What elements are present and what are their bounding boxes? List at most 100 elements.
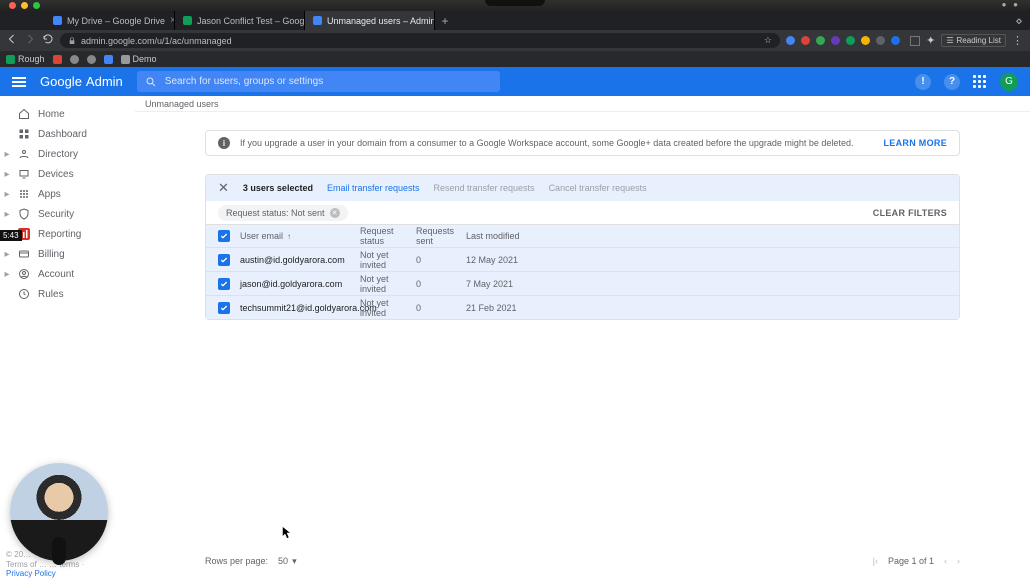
extension-icon[interactable] xyxy=(876,36,885,45)
info-icon: i xyxy=(218,137,230,149)
main-menu-icon[interactable] xyxy=(12,77,26,87)
sidebar-item-apps[interactable]: ▸Apps xyxy=(0,184,135,204)
bookmark-item[interactable] xyxy=(70,55,79,64)
cell-request-status: Not yet invited xyxy=(360,298,416,318)
brand-logo[interactable]: Google Admin xyxy=(40,74,123,89)
sidebar-item-dashboard[interactable]: Dashboard xyxy=(0,124,135,144)
chip-remove-icon[interactable]: ✕ xyxy=(330,208,340,218)
rows-per-page-select[interactable]: 50▾ xyxy=(278,556,297,567)
resend-transfer-link[interactable]: Resend transfer requests xyxy=(434,183,535,193)
first-page-button[interactable]: |‹ xyxy=(873,556,878,566)
help-icon[interactable]: ? xyxy=(944,74,960,90)
banner-text: If you upgrade a user in your domain fro… xyxy=(240,138,853,148)
chevron-down-icon: ▾ xyxy=(292,556,297,567)
bookmarks-bar: Rough Demo xyxy=(0,51,1030,67)
bookmark-item[interactable] xyxy=(53,55,62,64)
clear-filters-button[interactable]: CLEAR FILTERS xyxy=(873,208,947,218)
acc-icon xyxy=(18,268,30,280)
sidebar-item-devices[interactable]: ▸Devices xyxy=(0,164,135,184)
extension-icon[interactable] xyxy=(816,36,825,45)
extensions-puzzle-icon[interactable]: ✦ xyxy=(926,34,935,47)
filter-row: Request status: Not sent ✕ CLEAR FILTERS xyxy=(206,201,959,225)
row-checkbox[interactable] xyxy=(218,254,230,266)
new-tab-button[interactable]: + xyxy=(435,11,455,30)
lock-icon xyxy=(68,37,76,45)
users-panel: ✕ 3 users selected Email transfer reques… xyxy=(205,174,960,320)
extension-icon[interactable] xyxy=(801,36,810,45)
cell-last-modified: 12 May 2021 xyxy=(466,255,947,265)
browser-toolbar: admin.google.com/u/1/ac/unmanaged ☆ ✦ ☰R… xyxy=(0,30,1030,51)
extension-icon[interactable] xyxy=(846,36,855,45)
email-transfer-link[interactable]: Email transfer requests xyxy=(327,183,420,193)
sidebar-item-security[interactable]: ▸Security xyxy=(0,204,135,224)
row-checkbox[interactable] xyxy=(218,278,230,290)
dev-icon xyxy=(18,168,30,180)
bookmark-item[interactable] xyxy=(87,55,96,64)
reading-list-button[interactable]: ☰Reading List xyxy=(941,34,1006,47)
extension-icon[interactable] xyxy=(831,36,840,45)
cursor-icon xyxy=(282,526,292,540)
dir-icon xyxy=(18,148,30,160)
cancel-transfer-link[interactable]: Cancel transfer requests xyxy=(549,183,647,193)
apps-launcher-icon[interactable] xyxy=(973,75,987,89)
sidebar-item-billing[interactable]: ▸Billing xyxy=(0,244,135,264)
tab-sheets[interactable]: Jason Conflict Test – Google S× xyxy=(175,11,305,30)
window-traffic-lights[interactable] xyxy=(9,2,40,9)
chevron-right-icon: ▸ xyxy=(4,209,10,220)
sidebar-item-home[interactable]: Home xyxy=(0,104,135,124)
sidebar-item-label: Apps xyxy=(38,189,61,200)
address-bar[interactable]: admin.google.com/u/1/ac/unmanaged ☆ xyxy=(60,33,780,48)
breadcrumb: Unmanaged users xyxy=(135,96,1030,112)
col-request-status[interactable]: Request status xyxy=(360,226,416,246)
apps-icon xyxy=(18,188,30,200)
filter-chip[interactable]: Request status: Not sent ✕ xyxy=(218,205,348,221)
reload-button[interactable] xyxy=(42,33,54,48)
next-page-button[interactable]: › xyxy=(957,556,960,566)
account-avatar[interactable]: G xyxy=(1000,73,1018,91)
alerts-icon[interactable]: ! xyxy=(915,74,931,90)
sidebar-item-directory[interactable]: ▸Directory xyxy=(0,144,135,164)
col-requests-sent[interactable]: Requests sent xyxy=(416,226,466,246)
table-row[interactable]: austin@id.goldyarora.comNot yet invited0… xyxy=(206,247,959,271)
col-last-modified[interactable]: Last modified xyxy=(466,231,947,241)
extension-icon[interactable] xyxy=(861,36,870,45)
tab-drive[interactable]: My Drive – Google Drive× xyxy=(45,11,175,30)
url-text: admin.google.com/u/1/ac/unmanaged xyxy=(81,36,232,46)
sidebar-item-rules[interactable]: Rules xyxy=(0,284,135,304)
learn-more-link[interactable]: LEARN MORE xyxy=(884,138,948,148)
clear-selection-button[interactable]: ✕ xyxy=(218,180,229,196)
sidebar-item-account[interactable]: ▸Account xyxy=(0,264,135,284)
bookmark-folder[interactable]: Demo xyxy=(121,54,157,64)
sidebar-item-label: Dashboard xyxy=(38,129,87,140)
row-checkbox[interactable] xyxy=(218,302,230,314)
cell-user-email: austin@id.goldyarora.com xyxy=(240,255,360,265)
tab-admin[interactable]: Unmanaged users – Admin Co× xyxy=(305,11,435,30)
video-timestamp-badge: 5:43 xyxy=(0,230,22,241)
page-indicator: Page 1 of 1 xyxy=(888,556,934,566)
table-row[interactable]: jason@id.goldyarora.comNot yet invited07… xyxy=(206,271,959,295)
search-input[interactable]: Search for users, groups or settings xyxy=(137,71,500,92)
cell-last-modified: 7 May 2021 xyxy=(466,279,947,289)
sidebar-item-label: Directory xyxy=(38,149,78,160)
privacy-policy-link[interactable]: Privacy Policy xyxy=(6,569,56,578)
tabsync-icon[interactable] xyxy=(910,36,920,46)
presenter-webcam-overlay xyxy=(10,463,108,561)
cell-user-email: techsummit21@id.goldyarora.com xyxy=(240,303,360,313)
col-user-email[interactable]: User email↑ xyxy=(240,231,360,241)
sidebar-item-label: Home xyxy=(38,109,65,120)
extension-icon[interactable] xyxy=(786,36,795,45)
browser-menu-icon[interactable]: ⋮ xyxy=(1012,34,1024,47)
forward-button[interactable] xyxy=(24,33,36,48)
bookmark-item[interactable]: Rough xyxy=(6,54,45,64)
chevron-right-icon: ▸ xyxy=(4,269,10,280)
extension-icon[interactable] xyxy=(891,36,900,45)
select-all-checkbox[interactable] xyxy=(218,230,230,242)
table-row[interactable]: techsummit21@id.goldyarora.comNot yet in… xyxy=(206,295,959,319)
prev-page-button[interactable]: ‹ xyxy=(944,556,947,566)
cell-request-status: Not yet invited xyxy=(360,250,416,270)
star-icon[interactable]: ☆ xyxy=(764,35,772,46)
bookmark-item[interactable] xyxy=(104,55,113,64)
back-button[interactable] xyxy=(6,33,18,48)
tab-overflow-icon[interactable]: ⋄ xyxy=(1008,11,1030,30)
cell-last-modified: 21 Feb 2021 xyxy=(466,303,947,313)
